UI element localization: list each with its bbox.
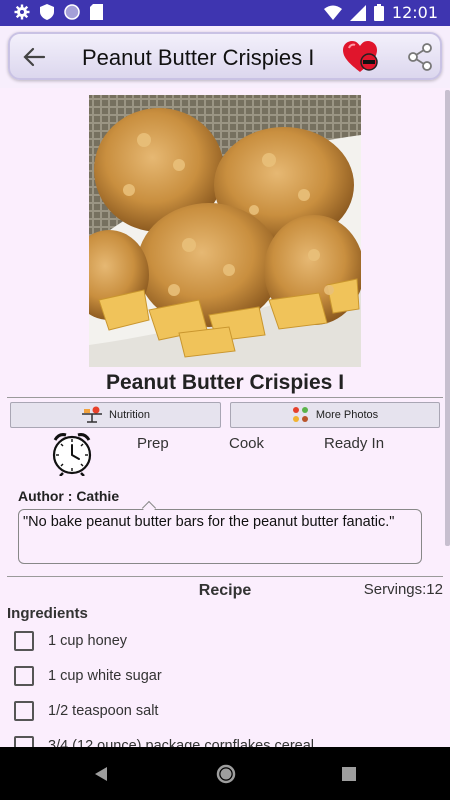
favorite-remove-icon[interactable] bbox=[342, 40, 380, 74]
photos-icon bbox=[292, 407, 308, 422]
app-bar: Peanut Butter Crispies I bbox=[0, 26, 450, 88]
author: Author : Cathie bbox=[18, 488, 120, 504]
sd-card-icon bbox=[90, 4, 103, 20]
ingredient-text: 1/2 teaspoon salt bbox=[48, 703, 159, 719]
back-arrow-icon[interactable] bbox=[20, 43, 48, 71]
ready-in-label: Ready In bbox=[324, 435, 385, 452]
system-nav-bar bbox=[0, 747, 450, 800]
status-bar: 12:01 bbox=[0, 0, 450, 26]
more-photos-label: More Photos bbox=[315, 409, 379, 421]
nav-back-icon[interactable] bbox=[94, 766, 108, 782]
toolbar: Peanut Butter Crispies I bbox=[8, 32, 442, 80]
servings: Servings:12 bbox=[363, 581, 443, 598]
divider bbox=[7, 397, 443, 398]
circle-icon bbox=[64, 4, 80, 20]
ingredient-item[interactable]: 1 cup honey bbox=[14, 630, 127, 652]
recipe-photo[interactable] bbox=[89, 95, 361, 367]
nav-recents-icon[interactable] bbox=[342, 767, 356, 781]
ingredient-checkbox[interactable] bbox=[14, 631, 34, 651]
ingredient-text: 1 cup white sugar bbox=[48, 668, 162, 684]
signal-icon bbox=[349, 4, 366, 21]
nutrition-label: Nutrition bbox=[109, 409, 150, 421]
scrollbar[interactable] bbox=[445, 90, 450, 546]
ingredient-text: 1 cup honey bbox=[48, 633, 128, 649]
ingredient-item[interactable]: 1 cup white sugar bbox=[14, 665, 162, 687]
nutrition-button[interactable]: Nutrition bbox=[10, 402, 221, 428]
alarm-clock-icon bbox=[52, 433, 92, 476]
page-title: Peanut Butter Crispies I bbox=[82, 45, 315, 70]
scale-icon bbox=[82, 406, 103, 423]
shield-icon bbox=[40, 4, 54, 20]
prep-label: Prep bbox=[137, 435, 169, 452]
wifi-icon bbox=[323, 5, 342, 20]
recipe-name: Peanut Butter Crispies I bbox=[105, 371, 345, 394]
description-text: "No bake peanut butter bars for the pean… bbox=[23, 514, 395, 530]
ingredient-checkbox[interactable] bbox=[14, 701, 34, 721]
ingredient-checkbox[interactable] bbox=[14, 666, 34, 686]
nav-home-icon[interactable] bbox=[216, 764, 236, 784]
settings-icon bbox=[14, 4, 30, 20]
ingredients-heading: Ingredients bbox=[7, 605, 88, 622]
battery-icon bbox=[373, 4, 384, 21]
description-box: "No bake peanut butter bars for the pean… bbox=[18, 509, 422, 564]
divider bbox=[7, 576, 443, 577]
status-time: 12:01 bbox=[391, 3, 438, 22]
ingredient-item[interactable]: 1/2 teaspoon salt bbox=[14, 700, 158, 722]
share-icon[interactable] bbox=[405, 42, 435, 72]
cook-label: Cook bbox=[229, 435, 265, 452]
more-photos-button[interactable]: More Photos bbox=[230, 402, 440, 428]
